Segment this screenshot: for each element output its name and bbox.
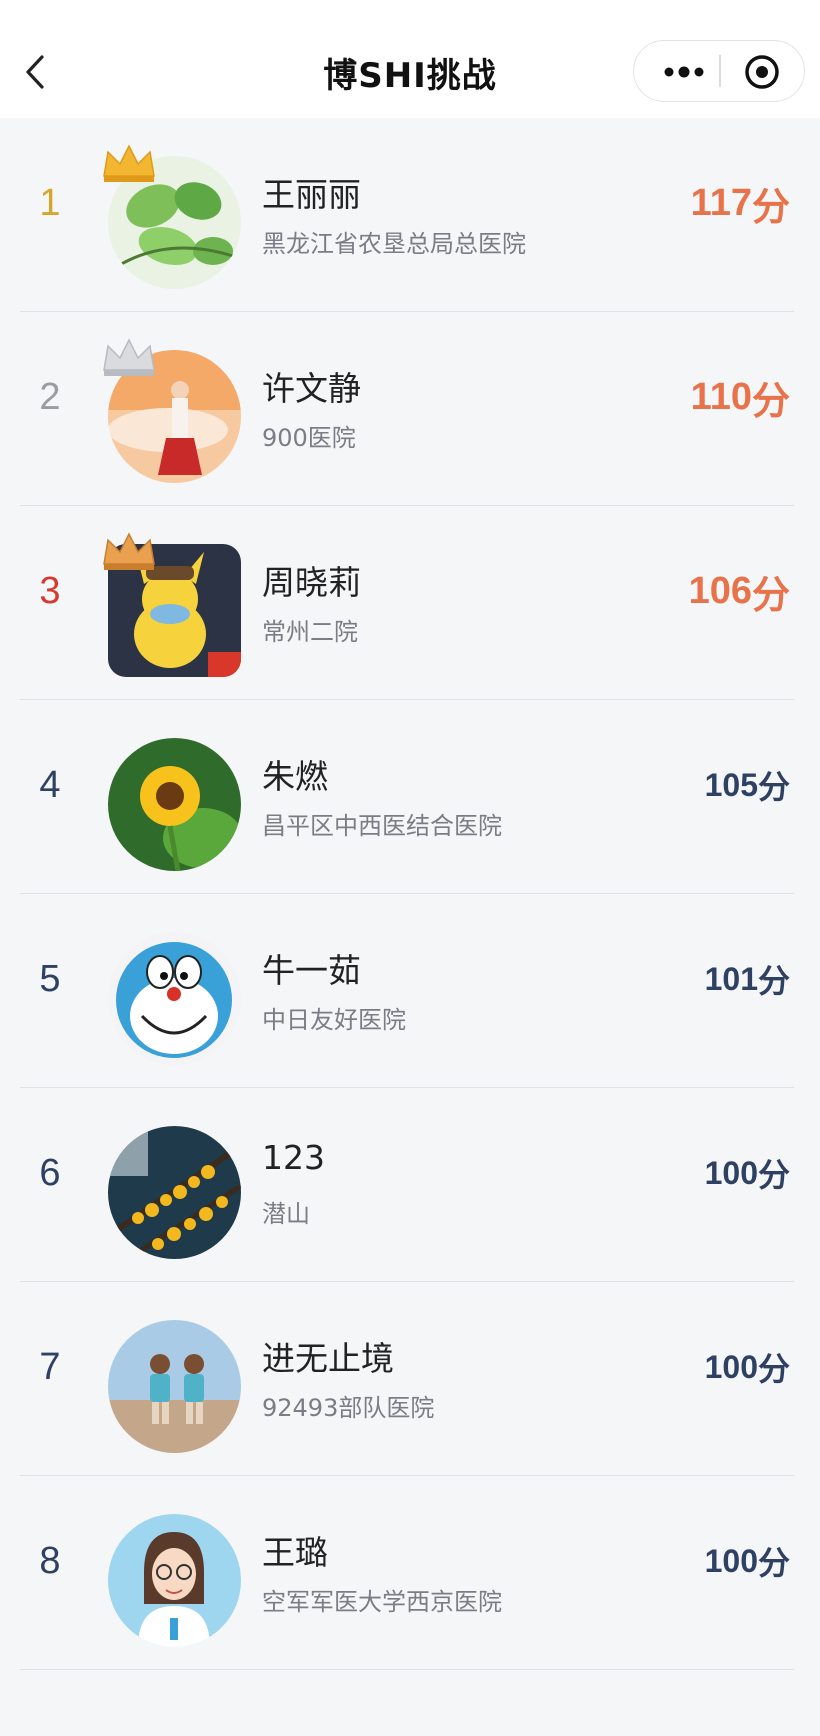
crown-icon: [103, 532, 155, 570]
user-hospital: 空军军医大学西京医院: [262, 1588, 502, 1616]
user-name: 王璐: [262, 1533, 328, 1572]
score-value: 110: [690, 375, 752, 418]
rank-number: 7: [39, 1345, 61, 1388]
score-unit: 分: [757, 1545, 790, 1581]
user-name: 王丽丽: [262, 175, 361, 214]
more-button[interactable]: [654, 41, 714, 103]
score: 100 分: [705, 1476, 790, 1646]
user-name: 周晓莉: [262, 563, 361, 602]
score-value: 100: [704, 1542, 758, 1579]
crown-icon: [103, 144, 155, 182]
leaderboard-row[interactable]: 8 王璐 空军军医大学西京医院 100 分: [0, 1476, 820, 1670]
rank-number: 4: [39, 763, 61, 806]
capsule-divider: [719, 55, 721, 87]
user-name: 牛一茹: [262, 951, 361, 990]
rank-number: 3: [39, 569, 61, 612]
score-unit: 分: [757, 1351, 790, 1387]
leaderboard-row[interactable]: 1 王丽丽 黑龙江省农垦总局总医院 117 分: [0, 118, 820, 312]
user-hospital: 潜山: [262, 1200, 310, 1228]
rank-number: 2: [39, 375, 61, 418]
user-name: 进无止境: [262, 1339, 394, 1378]
score-unit: 分: [751, 574, 790, 617]
leaderboard-row[interactable]: 5 牛一茹 中日友好医院 101 分: [0, 894, 820, 1088]
avatar: [108, 932, 241, 1065]
navigation-bar: 博SHI挑战: [0, 0, 820, 118]
avatar: [108, 738, 241, 871]
rank-number: 6: [39, 1151, 61, 1194]
score: 117 分: [691, 118, 790, 288]
score: 100 分: [705, 1282, 790, 1452]
mini-program-capsule: [633, 40, 805, 102]
leaderboard-row[interactable]: 2 许文静 900医院 110 分: [0, 312, 820, 506]
crown-icon: [103, 338, 155, 376]
score-value: 100: [704, 1154, 758, 1191]
avatar: [108, 1514, 241, 1647]
score-unit: 分: [757, 1157, 790, 1193]
score: 101 分: [705, 894, 790, 1064]
score-unit: 分: [757, 769, 790, 805]
leaderboard-list: 1 王丽丽 黑龙江省农垦总局总医院 117 分 2 许文静 900医院 110 …: [0, 118, 820, 1670]
user-hospital: 92493部队医院: [262, 1394, 435, 1422]
rank-number: 5: [39, 957, 61, 1000]
score-unit: 分: [751, 186, 790, 229]
score-value: 106: [688, 569, 752, 612]
score: 106 分: [689, 506, 790, 676]
avatar: [108, 1126, 241, 1259]
leaderboard-row[interactable]: 4 朱燃 昌平区中西医结合医院 105 分: [0, 700, 820, 894]
leaderboard-row[interactable]: 3 周晓莉 常州二院 106 分: [0, 506, 820, 700]
leaderboard-row[interactable]: 6 123 潜山 100 分: [0, 1088, 820, 1282]
user-name: 123: [262, 1138, 325, 1177]
score: 100 分: [705, 1088, 790, 1258]
more-dots-icon: [664, 66, 704, 78]
user-hospital: 黑龙江省农垦总局总医院: [262, 230, 526, 258]
score-value: 100: [704, 1348, 758, 1385]
rank-number: 1: [39, 181, 61, 224]
score-value: 101: [704, 960, 758, 997]
user-hospital: 昌平区中西医结合医院: [262, 812, 502, 840]
score-value: 105: [704, 766, 758, 803]
leaderboard-row[interactable]: 7 进无止境 92493部队医院 100 分: [0, 1282, 820, 1476]
score-unit: 分: [751, 380, 790, 423]
avatar: [108, 1320, 241, 1453]
score-unit: 分: [757, 963, 790, 999]
user-name: 朱燃: [262, 757, 328, 796]
user-hospital: 900医院: [262, 424, 356, 452]
score: 110 分: [691, 312, 790, 482]
rank-number: 8: [39, 1539, 61, 1582]
row-divider: [20, 1668, 794, 1670]
score-value: 117: [690, 181, 752, 224]
user-name: 许文静: [262, 369, 361, 408]
user-hospital: 中日友好医院: [262, 1006, 406, 1034]
close-program-button[interactable]: [734, 41, 794, 103]
target-circle-icon: [745, 55, 779, 89]
score: 105 分: [705, 700, 790, 870]
user-hospital: 常州二院: [262, 618, 358, 646]
